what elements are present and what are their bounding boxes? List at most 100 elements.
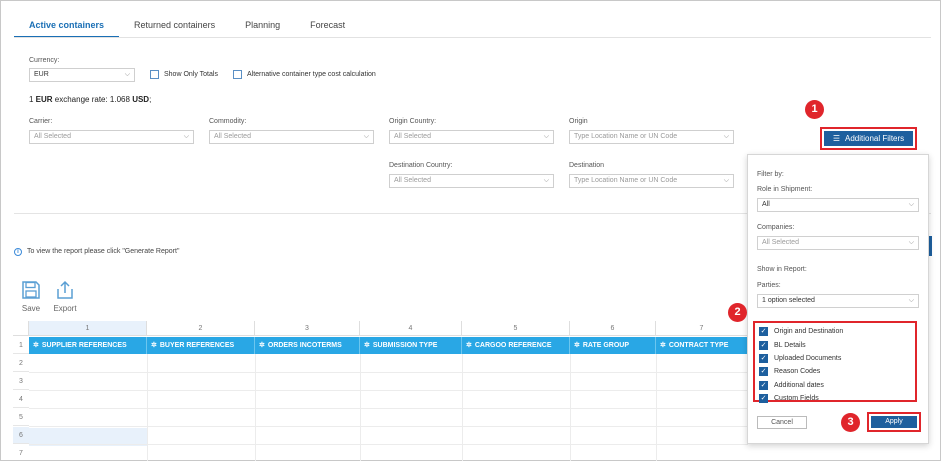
rate-suffix: ; xyxy=(149,95,152,104)
side-tab-handle[interactable] xyxy=(929,236,932,256)
grid-line xyxy=(147,354,148,461)
grid-header-cell[interactable]: ✲ CONTRACT TYPE xyxy=(656,337,748,354)
check-label: Custom Fields xyxy=(774,395,819,403)
role-select[interactable]: All ⌵ xyxy=(757,198,919,212)
apply-button[interactable]: Apply xyxy=(871,416,917,428)
origin-input[interactable]: Type Location Name or UN Code ⌵ xyxy=(569,130,734,144)
header-text: ORDERS INCOTERMS xyxy=(267,342,342,349)
additional-filters-button[interactable]: ☰ Additional Filters xyxy=(824,131,913,146)
col-number[interactable]: 7 xyxy=(656,321,748,336)
companies-select[interactable]: All Selected ⌵ xyxy=(757,236,919,250)
tab-returned-containers[interactable]: Returned containers xyxy=(119,10,230,38)
gear-icon: ✲ xyxy=(259,342,265,349)
col-number[interactable]: 2 xyxy=(147,321,255,336)
check-origin-destination[interactable]: ✓ Origin and Destination xyxy=(759,325,915,338)
checkbox-checked-icon: ✓ xyxy=(759,327,768,337)
grid-line xyxy=(255,354,256,461)
check-additional-dates[interactable]: ✓ Additional dates xyxy=(759,379,915,392)
commodity-select[interactable]: All Selected ⌵ xyxy=(209,130,374,144)
check-label: Uploaded Documents xyxy=(774,354,842,362)
col-number[interactable]: 6 xyxy=(570,321,656,336)
destination-country-select[interactable]: All Selected ⌵ xyxy=(389,174,554,188)
grid-line xyxy=(570,354,571,461)
col-number[interactable]: 1 xyxy=(29,321,147,336)
check-bl-details[interactable]: ✓ BL Details xyxy=(759,338,915,351)
grid-line xyxy=(656,354,657,461)
additional-filters-panel: Filter by: Role in Shipment: All ⌵ Compa… xyxy=(747,154,929,444)
header-text: CONTRACT TYPE xyxy=(668,342,729,349)
origin-country-label: Origin Country: xyxy=(389,118,437,125)
destination-input[interactable]: Type Location Name or UN Code ⌵ xyxy=(569,174,734,188)
show-only-totals-checkbox[interactable] xyxy=(150,70,159,79)
role-label: Role in Shipment: xyxy=(757,186,813,193)
parties-label: Parties: xyxy=(757,282,781,289)
export-button[interactable]: Export xyxy=(50,280,80,313)
origin-placeholder: Type Location Name or UN Code xyxy=(574,133,678,140)
apply-highlight: Apply xyxy=(867,412,921,432)
checkbox-checked-icon: ✓ xyxy=(759,353,768,363)
rate-currency-2: USD xyxy=(132,95,150,104)
grid-header-cell[interactable]: ✲ ORDERS INCOTERMS xyxy=(255,337,360,354)
alt-cost-calc-checkbox[interactable] xyxy=(233,70,242,79)
info-message: i To view the report please click "Genera… xyxy=(14,248,179,256)
grid-header-cell[interactable]: ✲ SUBMISSION TYPE xyxy=(360,337,462,354)
col-number[interactable]: 3 xyxy=(255,321,360,336)
show-in-report-label: Show in Report: xyxy=(757,266,807,273)
tab-bar: Active containers Returned containers Pl… xyxy=(14,10,360,38)
commodity-value: All Selected xyxy=(214,133,251,140)
carrier-label: Carrier: xyxy=(29,118,53,125)
header-text: RATE GROUP xyxy=(582,342,630,349)
grid-line xyxy=(29,372,748,373)
parties-select[interactable]: 1 option selected ⌵ xyxy=(757,294,919,308)
sliders-icon: ☰ xyxy=(832,134,841,143)
gear-icon: ✲ xyxy=(660,342,666,349)
cancel-button[interactable]: Cancel xyxy=(757,416,807,429)
col-number[interactable]: 4 xyxy=(360,321,462,336)
origin-label: Origin xyxy=(569,118,588,125)
carrier-select[interactable]: All Selected ⌵ xyxy=(29,130,194,144)
carrier-value: All Selected xyxy=(34,133,71,140)
check-custom-fields[interactable]: ✓ Custom Fields xyxy=(759,392,915,405)
chevron-down-icon: ⌵ xyxy=(543,177,549,184)
callout-badge-1: 1 xyxy=(805,100,824,119)
tab-planning[interactable]: Planning xyxy=(230,10,295,38)
save-icon xyxy=(22,281,40,299)
destination-country-value: All Selected xyxy=(394,177,431,184)
check-label: Reason Codes xyxy=(774,368,821,376)
grid-header-cell[interactable]: ✲ RATE GROUP xyxy=(570,337,656,354)
grid-header-cell[interactable]: ✲ BUYER REFERENCES xyxy=(147,337,255,354)
chevron-down-icon: ⌵ xyxy=(183,133,189,140)
gear-icon: ✲ xyxy=(466,342,472,349)
header-text: SUPPLIER REFERENCES xyxy=(41,342,127,349)
report-grid[interactable]: 1 2 3 4 5 6 7 1 2 3 4 5 6 7 ✲ SUPPLIER RE… xyxy=(13,321,748,461)
gear-icon: ✲ xyxy=(151,342,157,349)
check-uploaded-documents[interactable]: ✓ Uploaded Documents xyxy=(759,352,915,365)
callout-badge-3: 3 xyxy=(841,413,860,432)
tab-active-containers[interactable]: Active containers xyxy=(14,10,120,38)
tab-forecast[interactable]: Forecast xyxy=(295,10,360,38)
checkbox-checked-icon: ✓ xyxy=(759,380,768,390)
gear-icon: ✲ xyxy=(574,342,580,349)
col-number[interactable]: 5 xyxy=(462,321,570,336)
origin-country-select[interactable]: All Selected ⌵ xyxy=(389,130,554,144)
chevron-down-icon: ⌵ xyxy=(908,239,914,246)
callout-badge-2: 2 xyxy=(728,303,747,322)
grid-line xyxy=(462,354,463,461)
grid-header-cell[interactable]: ✲ SUPPLIER REFERENCES xyxy=(29,337,147,354)
export-label: Export xyxy=(53,304,77,313)
row-number: 2 xyxy=(13,355,29,372)
currency-select[interactable]: EUR ⌵ xyxy=(29,68,135,82)
save-button[interactable]: Save xyxy=(16,280,46,313)
additional-filters-highlight: ☰ Additional Filters xyxy=(820,127,917,150)
row-number: 6 xyxy=(13,427,29,444)
grid-header-cell[interactable]: ✲ CARGOO REFERENCE xyxy=(462,337,570,354)
rate-prefix: 1 xyxy=(29,95,36,104)
currency-value: EUR xyxy=(34,71,49,78)
checkbox-checked-icon: ✓ xyxy=(759,367,768,377)
parties-checklist: ✓ Origin and Destination ✓ BL Details ✓ Upl… xyxy=(753,321,917,405)
destination-country-label: Destination Country: xyxy=(389,162,453,169)
row-number: 3 xyxy=(13,373,29,390)
companies-label: Companies: xyxy=(757,224,795,231)
show-only-totals-label: Show Only Totals xyxy=(164,71,218,78)
check-reason-codes[interactable]: ✓ Reason Codes xyxy=(759,365,915,378)
